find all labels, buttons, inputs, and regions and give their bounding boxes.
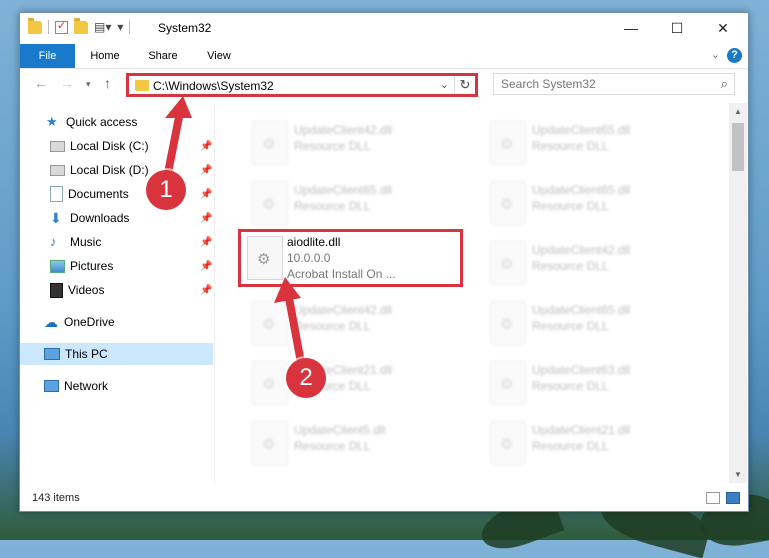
annotation-arrowhead-1 (165, 96, 192, 118)
step-badge-1: 1 (146, 170, 186, 210)
step-badge-2: 2 (286, 358, 326, 398)
annotation-arrow-2 (285, 294, 306, 372)
annotation-arrowhead-2 (274, 277, 301, 303)
annotation-arrows (162, 96, 306, 372)
